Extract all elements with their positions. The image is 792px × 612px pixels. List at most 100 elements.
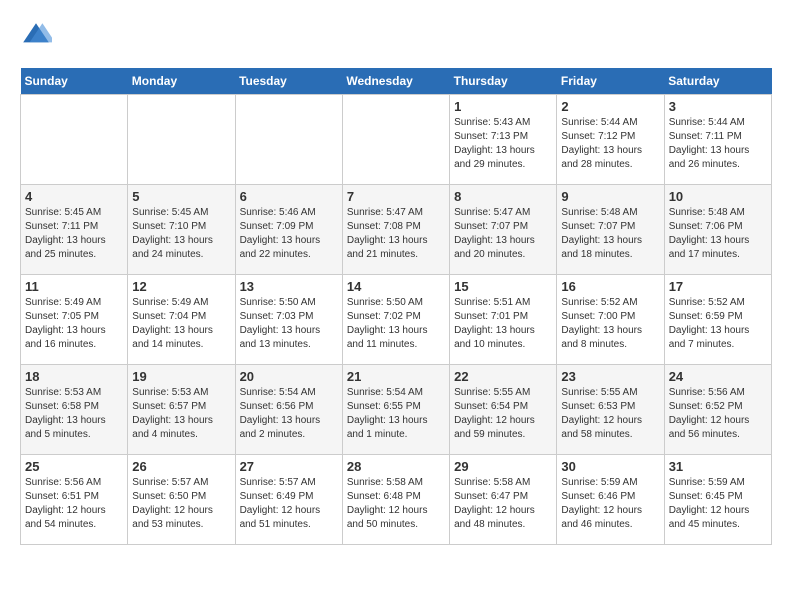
calendar-cell: 25 Sunrise: 5:56 AM Sunset: 6:51 PM Dayli… <box>21 455 128 545</box>
day-info: Sunrise: 5:45 AM Sunset: 7:10 PM Dayligh… <box>132 206 230 262</box>
calendar-cell <box>128 95 235 185</box>
calendar-cell: 31Sunrise: 5:59 AM Sunset: 6:45 PM Dayli… <box>664 455 771 545</box>
day-number: 26 <box>132 459 230 474</box>
day-number: 18 <box>25 369 123 384</box>
day-number: 19 <box>132 369 230 384</box>
day-info: Sunrise: 5:57 AM Sunset: 6:49 PM Dayligh… <box>240 476 338 532</box>
day-info: Sunrise: 5:58 AM Sunset: 6:48 PM Dayligh… <box>347 476 445 532</box>
calendar-cell: 21 Sunrise: 5:54 AM Sunset: 6:55 PM Dayli… <box>342 365 449 455</box>
day-info: Sunrise: 5:44 AM Sunset: 7:12 PM Dayligh… <box>561 116 659 172</box>
day-info: Sunrise: 5:55 AM Sunset: 6:54 PM Dayligh… <box>454 386 552 442</box>
day-info: Sunrise: 5:54 AM Sunset: 6:55 PM Dayligh… <box>347 386 445 442</box>
calendar-cell: 9 Sunrise: 5:48 AM Sunset: 7:07 PM Daylig… <box>557 185 664 275</box>
calendar-cell: 20 Sunrise: 5:54 AM Sunset: 6:56 PM Dayli… <box>235 365 342 455</box>
day-info: Sunrise: 5:52 AM Sunset: 7:00 PM Dayligh… <box>561 296 659 352</box>
day-info: Sunrise: 5:46 AM Sunset: 7:09 PM Dayligh… <box>240 206 338 262</box>
calendar-cell: 19 Sunrise: 5:53 AM Sunset: 6:57 PM Dayli… <box>128 365 235 455</box>
day-info: Sunrise: 5:53 AM Sunset: 6:58 PM Dayligh… <box>25 386 123 442</box>
logo-icon <box>20 20 52 52</box>
calendar-table: SundayMondayTuesdayWednesdayThursdayFrid… <box>20 68 772 545</box>
day-number: 2 <box>561 99 659 114</box>
day-number: 9 <box>561 189 659 204</box>
calendar-cell <box>21 95 128 185</box>
day-number: 21 <box>347 369 445 384</box>
calendar-cell: 14 Sunrise: 5:50 AM Sunset: 7:02 PM Dayli… <box>342 275 449 365</box>
day-info: Sunrise: 5:59 AM Sunset: 6:46 PM Dayligh… <box>561 476 659 532</box>
day-info: Sunrise: 5:43 AM Sunset: 7:13 PM Dayligh… <box>454 116 552 172</box>
day-number: 25 <box>25 459 123 474</box>
day-info: Sunrise: 5:53 AM Sunset: 6:57 PM Dayligh… <box>132 386 230 442</box>
day-info: Sunrise: 5:47 AM Sunset: 7:07 PM Dayligh… <box>454 206 552 262</box>
calendar-cell: 22 Sunrise: 5:55 AM Sunset: 6:54 PM Dayli… <box>450 365 557 455</box>
day-info: Sunrise: 5:50 AM Sunset: 7:02 PM Dayligh… <box>347 296 445 352</box>
calendar-cell: 7 Sunrise: 5:47 AM Sunset: 7:08 PM Daylig… <box>342 185 449 275</box>
column-header-saturday: Saturday <box>664 68 771 95</box>
calendar-cell: 24 Sunrise: 5:56 AM Sunset: 6:52 PM Dayli… <box>664 365 771 455</box>
day-info: Sunrise: 5:48 AM Sunset: 7:06 PM Dayligh… <box>669 206 767 262</box>
day-number: 16 <box>561 279 659 294</box>
day-info: Sunrise: 5:52 AM Sunset: 6:59 PM Dayligh… <box>669 296 767 352</box>
column-header-monday: Monday <box>128 68 235 95</box>
calendar-header-row: SundayMondayTuesdayWednesdayThursdayFrid… <box>21 68 772 95</box>
calendar-cell: 28Sunrise: 5:58 AM Sunset: 6:48 PM Dayli… <box>342 455 449 545</box>
page-header <box>20 20 772 52</box>
day-number: 27 <box>240 459 338 474</box>
day-info: Sunrise: 5:56 AM Sunset: 6:51 PM Dayligh… <box>25 476 123 532</box>
day-number: 23 <box>561 369 659 384</box>
calendar-cell: 30Sunrise: 5:59 AM Sunset: 6:46 PM Dayli… <box>557 455 664 545</box>
calendar-cell: 29Sunrise: 5:58 AM Sunset: 6:47 PM Dayli… <box>450 455 557 545</box>
calendar-cell: 17 Sunrise: 5:52 AM Sunset: 6:59 PM Dayli… <box>664 275 771 365</box>
day-info: Sunrise: 5:49 AM Sunset: 7:05 PM Dayligh… <box>25 296 123 352</box>
day-number: 7 <box>347 189 445 204</box>
day-info: Sunrise: 5:56 AM Sunset: 6:52 PM Dayligh… <box>669 386 767 442</box>
column-header-wednesday: Wednesday <box>342 68 449 95</box>
day-number: 6 <box>240 189 338 204</box>
column-header-tuesday: Tuesday <box>235 68 342 95</box>
calendar-week-row: 11Sunrise: 5:49 AM Sunset: 7:05 PM Dayli… <box>21 275 772 365</box>
calendar-cell: 6 Sunrise: 5:46 AM Sunset: 7:09 PM Daylig… <box>235 185 342 275</box>
calendar-cell <box>342 95 449 185</box>
calendar-cell: 3 Sunrise: 5:44 AM Sunset: 7:11 PM Daylig… <box>664 95 771 185</box>
day-number: 8 <box>454 189 552 204</box>
calendar-cell: 2 Sunrise: 5:44 AM Sunset: 7:12 PM Daylig… <box>557 95 664 185</box>
day-info: Sunrise: 5:57 AM Sunset: 6:50 PM Dayligh… <box>132 476 230 532</box>
day-info: Sunrise: 5:50 AM Sunset: 7:03 PM Dayligh… <box>240 296 338 352</box>
calendar-cell: 13Sunrise: 5:50 AM Sunset: 7:03 PM Dayli… <box>235 275 342 365</box>
calendar-cell: 11Sunrise: 5:49 AM Sunset: 7:05 PM Dayli… <box>21 275 128 365</box>
calendar-cell: 4 Sunrise: 5:45 AM Sunset: 7:11 PM Daylig… <box>21 185 128 275</box>
column-header-sunday: Sunday <box>21 68 128 95</box>
day-info: Sunrise: 5:45 AM Sunset: 7:11 PM Dayligh… <box>25 206 123 262</box>
calendar-week-row: 25 Sunrise: 5:56 AM Sunset: 6:51 PM Dayli… <box>21 455 772 545</box>
day-number: 17 <box>669 279 767 294</box>
calendar-cell: 12 Sunrise: 5:49 AM Sunset: 7:04 PM Dayli… <box>128 275 235 365</box>
day-number: 12 <box>132 279 230 294</box>
calendar-cell <box>235 95 342 185</box>
day-number: 3 <box>669 99 767 114</box>
day-number: 20 <box>240 369 338 384</box>
calendar-cell: 23 Sunrise: 5:55 AM Sunset: 6:53 PM Dayli… <box>557 365 664 455</box>
day-info: Sunrise: 5:44 AM Sunset: 7:11 PM Dayligh… <box>669 116 767 172</box>
day-number: 14 <box>347 279 445 294</box>
day-number: 24 <box>669 369 767 384</box>
day-info: Sunrise: 5:47 AM Sunset: 7:08 PM Dayligh… <box>347 206 445 262</box>
day-number: 10 <box>669 189 767 204</box>
day-info: Sunrise: 5:55 AM Sunset: 6:53 PM Dayligh… <box>561 386 659 442</box>
day-number: 22 <box>454 369 552 384</box>
day-number: 1 <box>454 99 552 114</box>
calendar-cell: 18 Sunrise: 5:53 AM Sunset: 6:58 PM Dayli… <box>21 365 128 455</box>
day-info: Sunrise: 5:48 AM Sunset: 7:07 PM Dayligh… <box>561 206 659 262</box>
day-info: Sunrise: 5:51 AM Sunset: 7:01 PM Dayligh… <box>454 296 552 352</box>
column-header-thursday: Thursday <box>450 68 557 95</box>
calendar-cell: 26 Sunrise: 5:57 AM Sunset: 6:50 PM Dayli… <box>128 455 235 545</box>
day-info: Sunrise: 5:49 AM Sunset: 7:04 PM Dayligh… <box>132 296 230 352</box>
day-number: 15 <box>454 279 552 294</box>
calendar-cell: 10 Sunrise: 5:48 AM Sunset: 7:06 PM Dayli… <box>664 185 771 275</box>
calendar-week-row: 1 Sunrise: 5:43 AM Sunset: 7:13 PM Daylig… <box>21 95 772 185</box>
calendar-cell: 8 Sunrise: 5:47 AM Sunset: 7:07 PM Daylig… <box>450 185 557 275</box>
day-info: Sunrise: 5:54 AM Sunset: 6:56 PM Dayligh… <box>240 386 338 442</box>
logo <box>20 20 56 52</box>
calendar-cell: 16 Sunrise: 5:52 AM Sunset: 7:00 PM Dayli… <box>557 275 664 365</box>
calendar-cell: 15 Sunrise: 5:51 AM Sunset: 7:01 PM Dayli… <box>450 275 557 365</box>
day-number: 4 <box>25 189 123 204</box>
day-info: Sunrise: 5:59 AM Sunset: 6:45 PM Dayligh… <box>669 476 767 532</box>
